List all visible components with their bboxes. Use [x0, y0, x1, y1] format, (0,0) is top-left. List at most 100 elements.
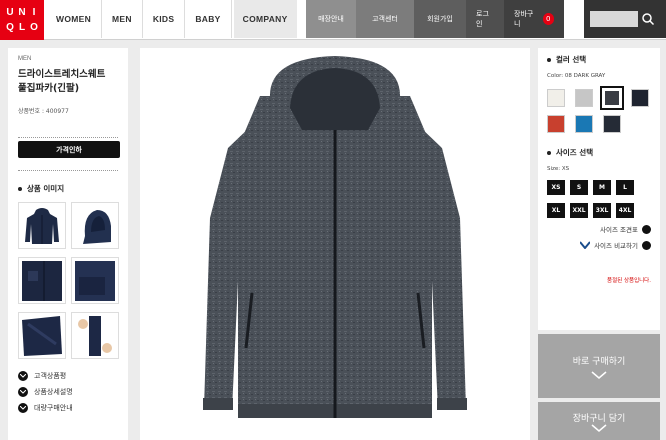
buy-now-label: 바로 구매하기 — [572, 356, 626, 367]
checkmark-icon — [580, 241, 591, 249]
color-swatch[interactable] — [631, 89, 649, 107]
customer-center-link[interactable]: 고객센터 — [356, 0, 414, 38]
bullet-icon — [18, 186, 22, 191]
nav-men[interactable]: MEN — [102, 0, 143, 38]
size-compare-label: 사이즈 비교하기 — [594, 242, 638, 250]
size-3xl-button[interactable]: 3XL — [593, 203, 611, 218]
product-title: 드라이스트레치스웨트 풀집파카(긴팔) — [18, 68, 118, 96]
hoodie-sleeve-image — [75, 260, 115, 301]
size-m-button[interactable]: M — [593, 180, 611, 195]
hoodie-main-image[interactable] — [140, 48, 530, 440]
top-bar: U N I Q L O WOMEN MEN KIDS BABY COMPANY … — [0, 0, 666, 40]
color-swatch[interactable] — [575, 89, 593, 107]
product-number: 상품번호 : 400977 — [18, 108, 69, 115]
size-options: XS S M L XL XXL 3XL 4XL — [547, 180, 651, 218]
info-icon — [642, 240, 651, 250]
link-details[interactable]: 상품상세설명 — [18, 387, 118, 397]
logo-letter: L — [18, 22, 26, 33]
size-xxl-button[interactable]: XXL — [570, 203, 588, 218]
thumbnail-pocket[interactable] — [18, 257, 66, 304]
utility-nav: 매장안내 고객센터 회원가입 로그인 장바구니 0 — [306, 0, 564, 38]
link-reviews[interactable]: 고객상품평 — [18, 371, 118, 381]
product-links: 고객상품평 상품상세설명 대량구매안내 — [18, 371, 118, 413]
product-title-line2: 풀집파카(긴팔) — [18, 83, 80, 94]
main-product-image-area — [140, 48, 530, 440]
logo-letter: I — [32, 7, 36, 18]
selected-color-label: Color: 08 DARK GRAY — [547, 73, 606, 79]
divider — [18, 170, 118, 171]
product-images-heading: 상품 이미지 — [18, 183, 118, 194]
main-nav: WOMEN MEN KIDS BABY COMPANY — [46, 0, 297, 38]
size-l-button[interactable]: L — [616, 180, 634, 195]
store-locator-link[interactable]: 매장안내 — [306, 0, 356, 38]
link-reviews-label: 고객상품평 — [34, 372, 67, 380]
link-bulk-order[interactable]: 대량구매안내 — [18, 403, 118, 413]
hoodie-hood-image — [83, 209, 111, 244]
logo-letter: Q — [6, 22, 14, 33]
thumbnail-hood[interactable] — [71, 202, 119, 249]
size-xl-button[interactable]: XL — [547, 203, 565, 218]
thumbnail-fabric[interactable] — [18, 312, 66, 359]
hoodie-fabric-image — [22, 315, 62, 356]
nav-company[interactable]: COMPANY — [233, 0, 297, 38]
link-details-label: 상품상세설명 — [34, 388, 73, 396]
product-images-title: 상품 이미지 — [27, 184, 65, 193]
hoodie-front-image — [25, 207, 59, 244]
info-icon — [642, 224, 651, 234]
product-info-panel: MEN 드라이스트레치스웨트 풀집파카(긴팔) 상품번호 : 400977 가격… — [8, 48, 128, 440]
size-guide-label: 사이즈 조견표 — [600, 226, 638, 234]
size-select-heading: 사이즈 선택 — [547, 147, 651, 158]
add-to-cart-button[interactable]: 장바구니 담기 — [538, 402, 660, 440]
size-compare-link[interactable]: 사이즈 비교하기 — [547, 240, 651, 250]
uniqlo-logo[interactable]: U N I Q L O — [0, 0, 44, 40]
nav-baby[interactable]: BABY — [185, 0, 232, 38]
thumbnail-grid — [18, 202, 119, 359]
thumbnail-sleeve[interactable] — [71, 257, 119, 304]
color-swatch[interactable] — [547, 89, 565, 107]
color-select-title: 컬러 선택 — [556, 55, 587, 64]
size-s-button[interactable]: S — [570, 180, 588, 195]
size-xs-button[interactable]: XS — [547, 180, 565, 195]
add-to-cart-label: 장바구니 담기 — [572, 413, 626, 424]
product-category: MEN — [18, 56, 32, 62]
bullet-icon — [547, 57, 551, 62]
color-swatches — [547, 86, 651, 133]
cart-label: 장바구니 — [514, 10, 534, 28]
thumbnail-stretch[interactable] — [71, 312, 119, 359]
logo-letter: O — [30, 22, 38, 33]
bullet-icon — [547, 150, 551, 155]
login-link[interactable]: 로그인 — [466, 0, 504, 38]
color-swatch[interactable] — [575, 115, 593, 133]
color-swatch[interactable] — [603, 115, 621, 133]
product-title-line1: 드라이스트레치스웨트 — [18, 69, 106, 80]
cart-link[interactable]: 장바구니 0 — [504, 0, 564, 38]
cart-count-badge: 0 — [542, 13, 554, 25]
signup-link[interactable]: 회원가입 — [414, 0, 466, 38]
nav-women[interactable]: WOMEN — [46, 0, 103, 38]
chevron-down-icon — [18, 387, 28, 397]
size-select-title: 사이즈 선택 — [556, 148, 594, 157]
price-reduction-button[interactable]: 가격인하 — [18, 141, 120, 158]
hoodie-stretch-image — [78, 315, 112, 356]
color-swatch[interactable] — [547, 115, 565, 133]
nav-kids[interactable]: KIDS — [143, 0, 186, 38]
hoodie-pocket-image — [22, 260, 62, 301]
chevron-down-icon — [18, 371, 28, 381]
chevron-down-icon — [591, 423, 607, 432]
color-swatch[interactable] — [600, 86, 624, 110]
chevron-down-icon — [18, 403, 28, 413]
logo-letter: N — [18, 7, 26, 18]
sold-out-notice: 품절된 상품입니다. — [607, 278, 651, 284]
thumbnail-front[interactable] — [18, 202, 66, 249]
link-bulk-order-label: 대량구매안내 — [34, 404, 73, 412]
selected-size-label: Size: XS — [547, 166, 570, 172]
search-icon[interactable] — [641, 12, 655, 26]
buy-now-button[interactable]: 바로 구매하기 — [538, 334, 660, 398]
logo-letter: U — [6, 7, 14, 18]
search-input[interactable] — [590, 11, 638, 27]
chevron-down-icon — [591, 370, 607, 379]
size-guide-link[interactable]: 사이즈 조견표 — [547, 224, 651, 234]
size-4xl-button[interactable]: 4XL — [616, 203, 634, 218]
divider — [18, 137, 118, 138]
search-bar — [584, 0, 666, 38]
